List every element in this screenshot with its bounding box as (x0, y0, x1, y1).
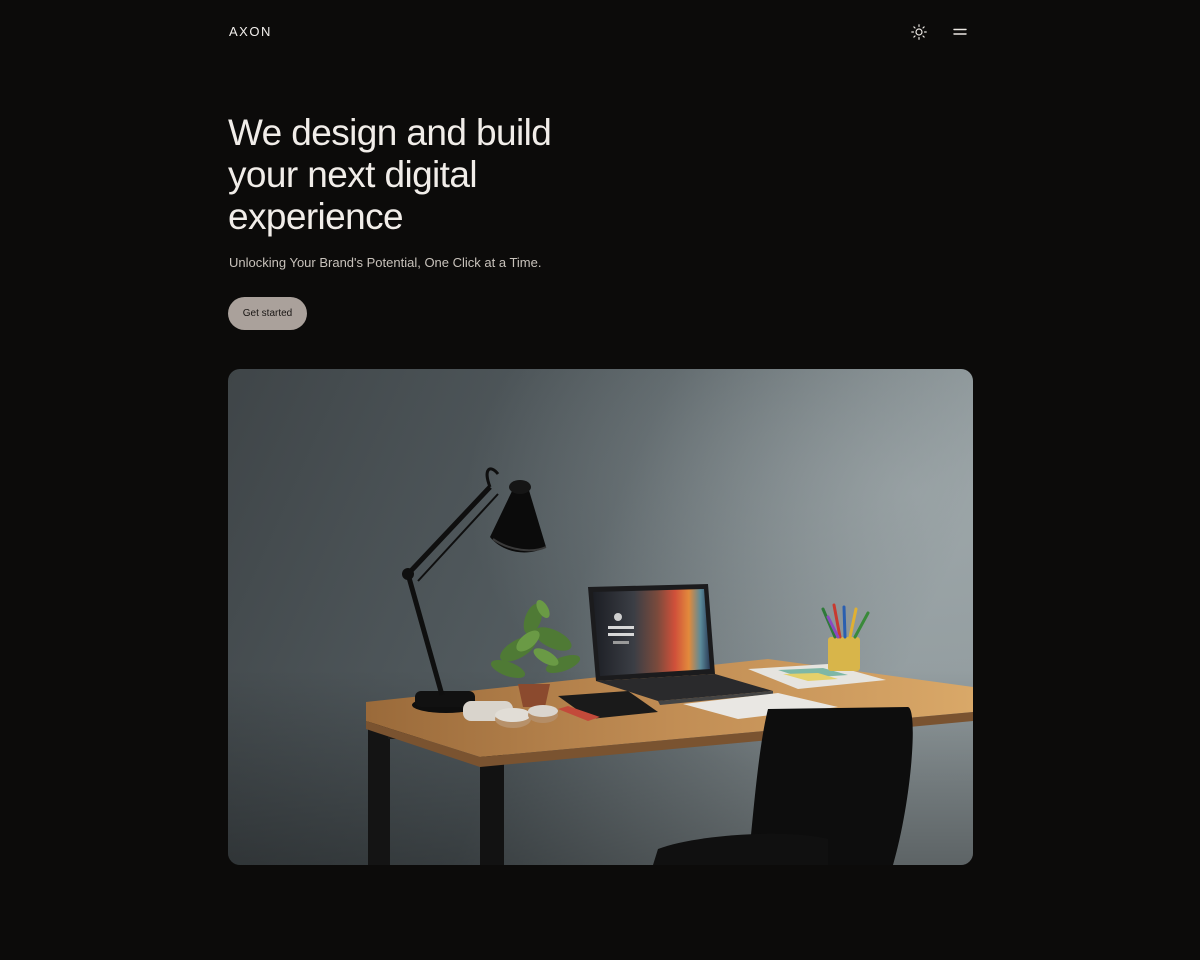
sun-icon (911, 24, 927, 40)
hero-title-line-1: We design and build (228, 112, 552, 153)
hero-title: We design and build your next digital ex… (228, 112, 648, 238)
hamburger-icon (953, 28, 967, 35)
hero-subtitle: Unlocking Your Brand's Potential, One Cl… (229, 255, 542, 270)
hero-image (228, 369, 973, 865)
hero-title-line-3: experience (228, 196, 404, 237)
theme-toggle-button[interactable] (908, 21, 930, 43)
top-navigation: AXON (229, 0, 973, 64)
page: AXON We design and build your next digit… (0, 0, 1200, 960)
get-started-button[interactable]: Get started (228, 297, 307, 330)
hero-title-line-2: your next digital (228, 154, 478, 195)
menu-button[interactable] (949, 21, 971, 43)
brand-logo[interactable]: AXON (229, 24, 272, 39)
